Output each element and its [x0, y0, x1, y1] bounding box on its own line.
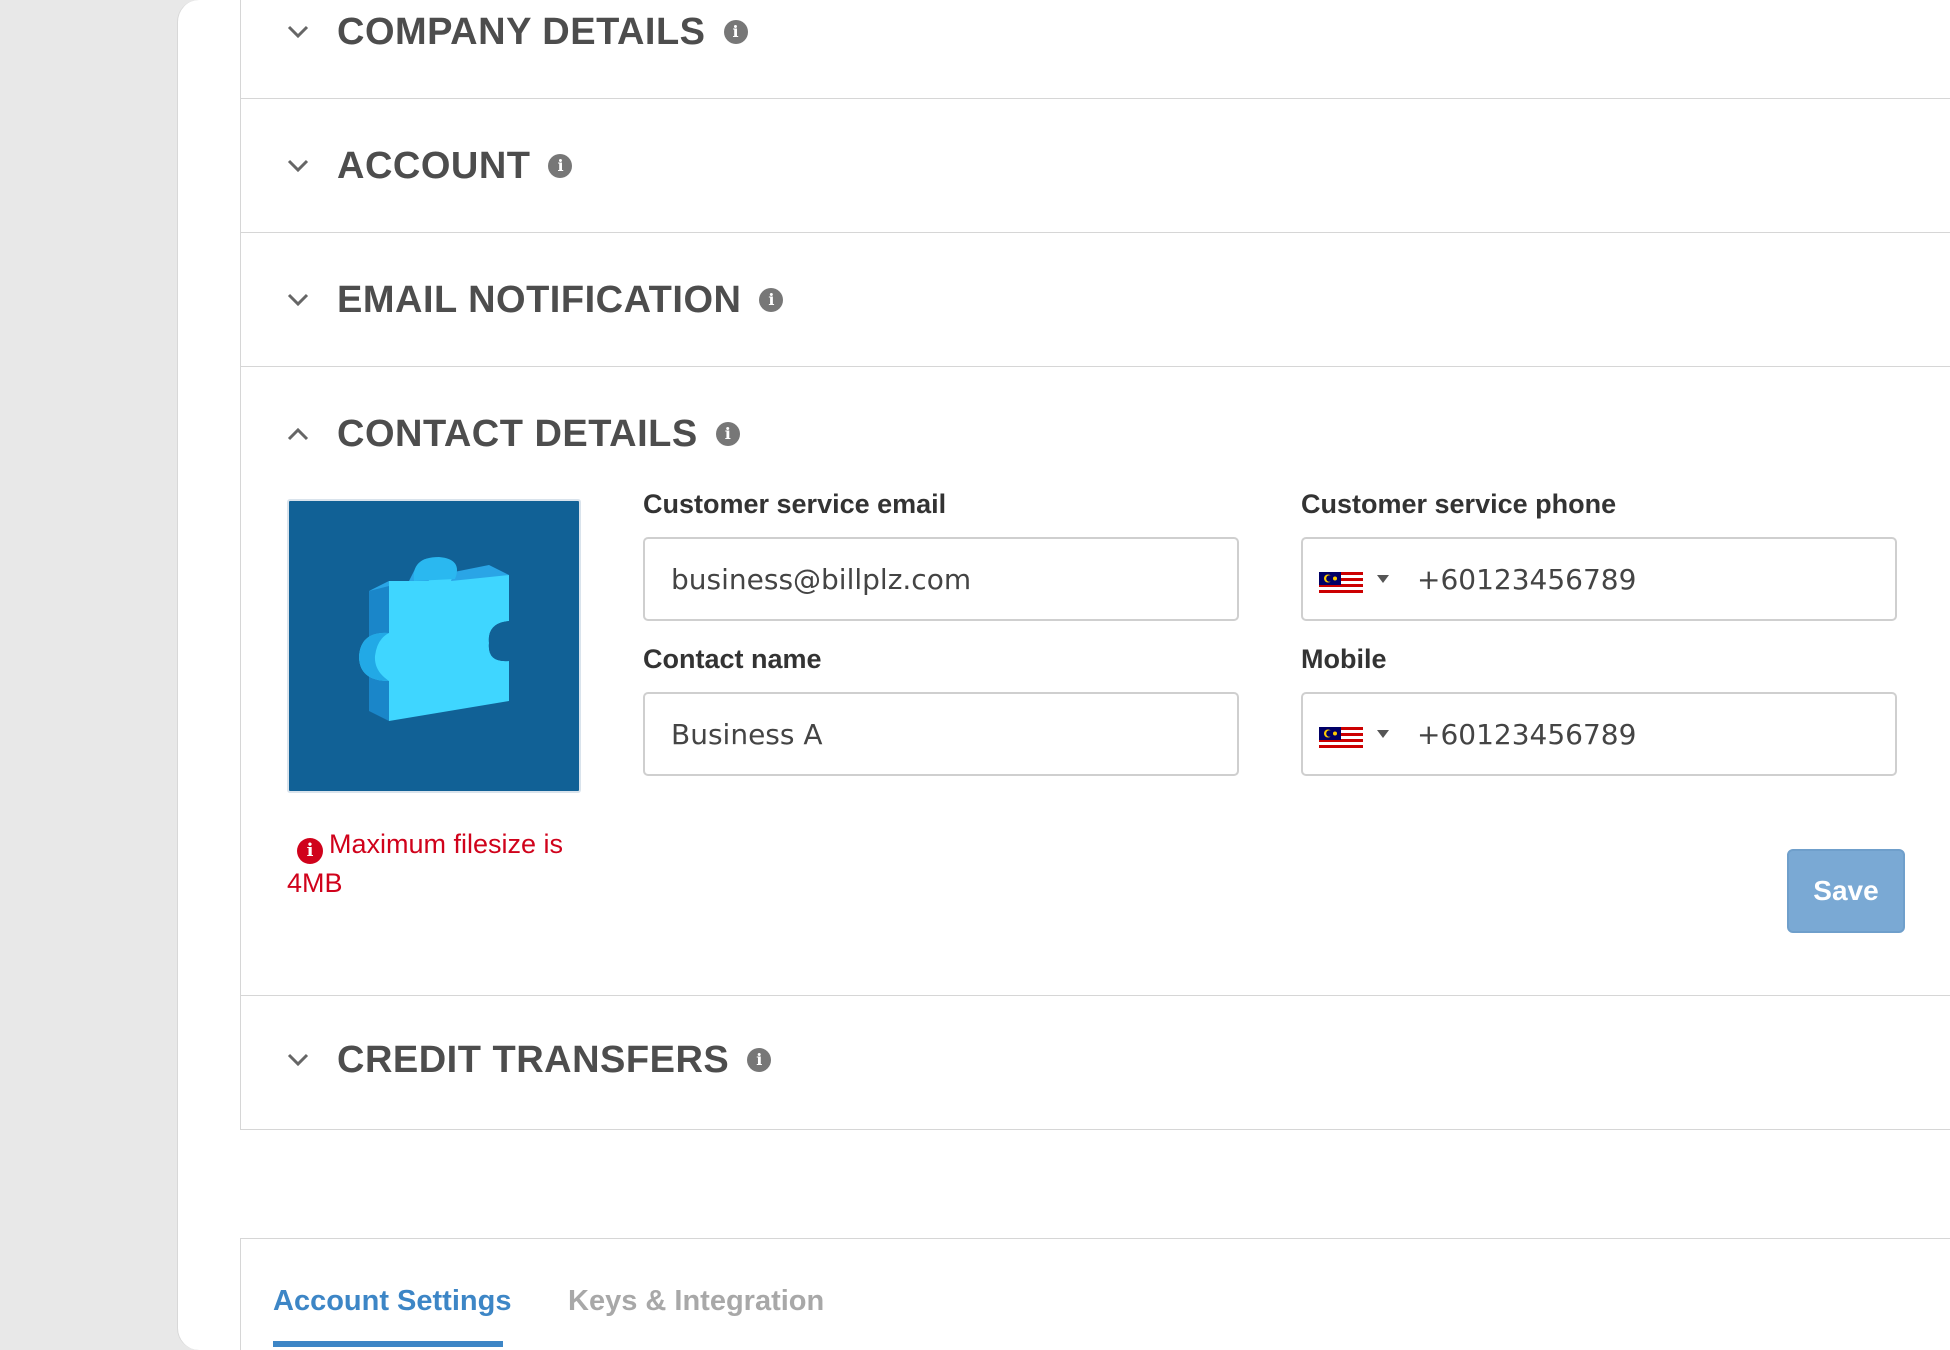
section-contact-details[interactable]: CONTACT DETAILS i — [283, 399, 740, 469]
tab-bar: Account Settings Keys & Integration — [240, 1238, 1950, 1350]
malaysia-flag-icon[interactable] — [1319, 723, 1363, 749]
mobile-label: Mobile — [1301, 644, 1387, 674]
divider — [241, 232, 1950, 233]
puzzle-piece-icon — [359, 557, 509, 721]
error-icon: i — [297, 838, 323, 864]
caret-down-icon[interactable] — [1377, 575, 1389, 583]
info-icon[interactable]: i — [747, 1048, 772, 1072]
section-account[interactable]: ACCOUNT i — [283, 131, 573, 201]
info-icon[interactable]: i — [723, 20, 748, 44]
filesize-warning: i Maximum filesize is 4MB — [287, 829, 564, 898]
active-tab-indicator — [273, 1341, 503, 1347]
tab-account-settings[interactable]: Account Settings — [273, 1285, 511, 1318]
section-credit-transfers[interactable]: CREDIT TRANSFERS i — [283, 1025, 772, 1095]
cs-phone-input[interactable]: +60123456789 — [1301, 537, 1897, 621]
mobile-input[interactable]: +60123456789 — [1301, 692, 1897, 776]
contact-name-input[interactable]: Business A — [643, 692, 1239, 776]
info-icon[interactable]: i — [759, 288, 784, 312]
chevron-down-icon — [283, 17, 313, 47]
tab-keys-integration[interactable]: Keys & Integration — [568, 1285, 824, 1318]
info-icon[interactable]: i — [715, 422, 740, 446]
section-email-notification[interactable]: EMAIL NOTIFICATION i — [283, 265, 784, 335]
caret-down-icon[interactable] — [1377, 730, 1389, 738]
save-button[interactable]: Save — [1787, 849, 1905, 933]
settings-panel: COMPANY DETAILS i ACCOUNT i EMAIL NOTIFI… — [177, 0, 1950, 1350]
section-title: CREDIT TRANSFERS — [337, 1038, 730, 1081]
chevron-down-icon — [283, 1045, 313, 1075]
section-title: CONTACT DETAILS — [337, 412, 698, 455]
chevron-down-icon — [283, 285, 313, 315]
chevron-up-icon — [283, 419, 313, 449]
info-icon[interactable]: i — [548, 154, 573, 178]
section-company-details[interactable]: COMPANY DETAILS i — [283, 0, 748, 65]
settings-card: COMPANY DETAILS i ACCOUNT i EMAIL NOTIFI… — [240, 0, 1950, 1130]
divider — [241, 98, 1950, 99]
cs-email-label: Customer service email — [643, 489, 947, 519]
section-title: COMPANY DETAILS — [337, 10, 706, 53]
chevron-down-icon — [283, 151, 313, 181]
divider — [241, 366, 1950, 367]
cs-email-input[interactable]: business@billplz.com — [643, 537, 1239, 621]
malaysia-flag-icon[interactable] — [1319, 568, 1363, 594]
contact-name-label: Contact name — [643, 644, 822, 674]
divider — [241, 995, 1950, 996]
business-logo-upload[interactable] — [287, 499, 581, 793]
section-title: EMAIL NOTIFICATION — [337, 278, 742, 321]
cs-phone-label: Customer service phone — [1301, 489, 1617, 519]
section-title: ACCOUNT — [337, 144, 531, 187]
